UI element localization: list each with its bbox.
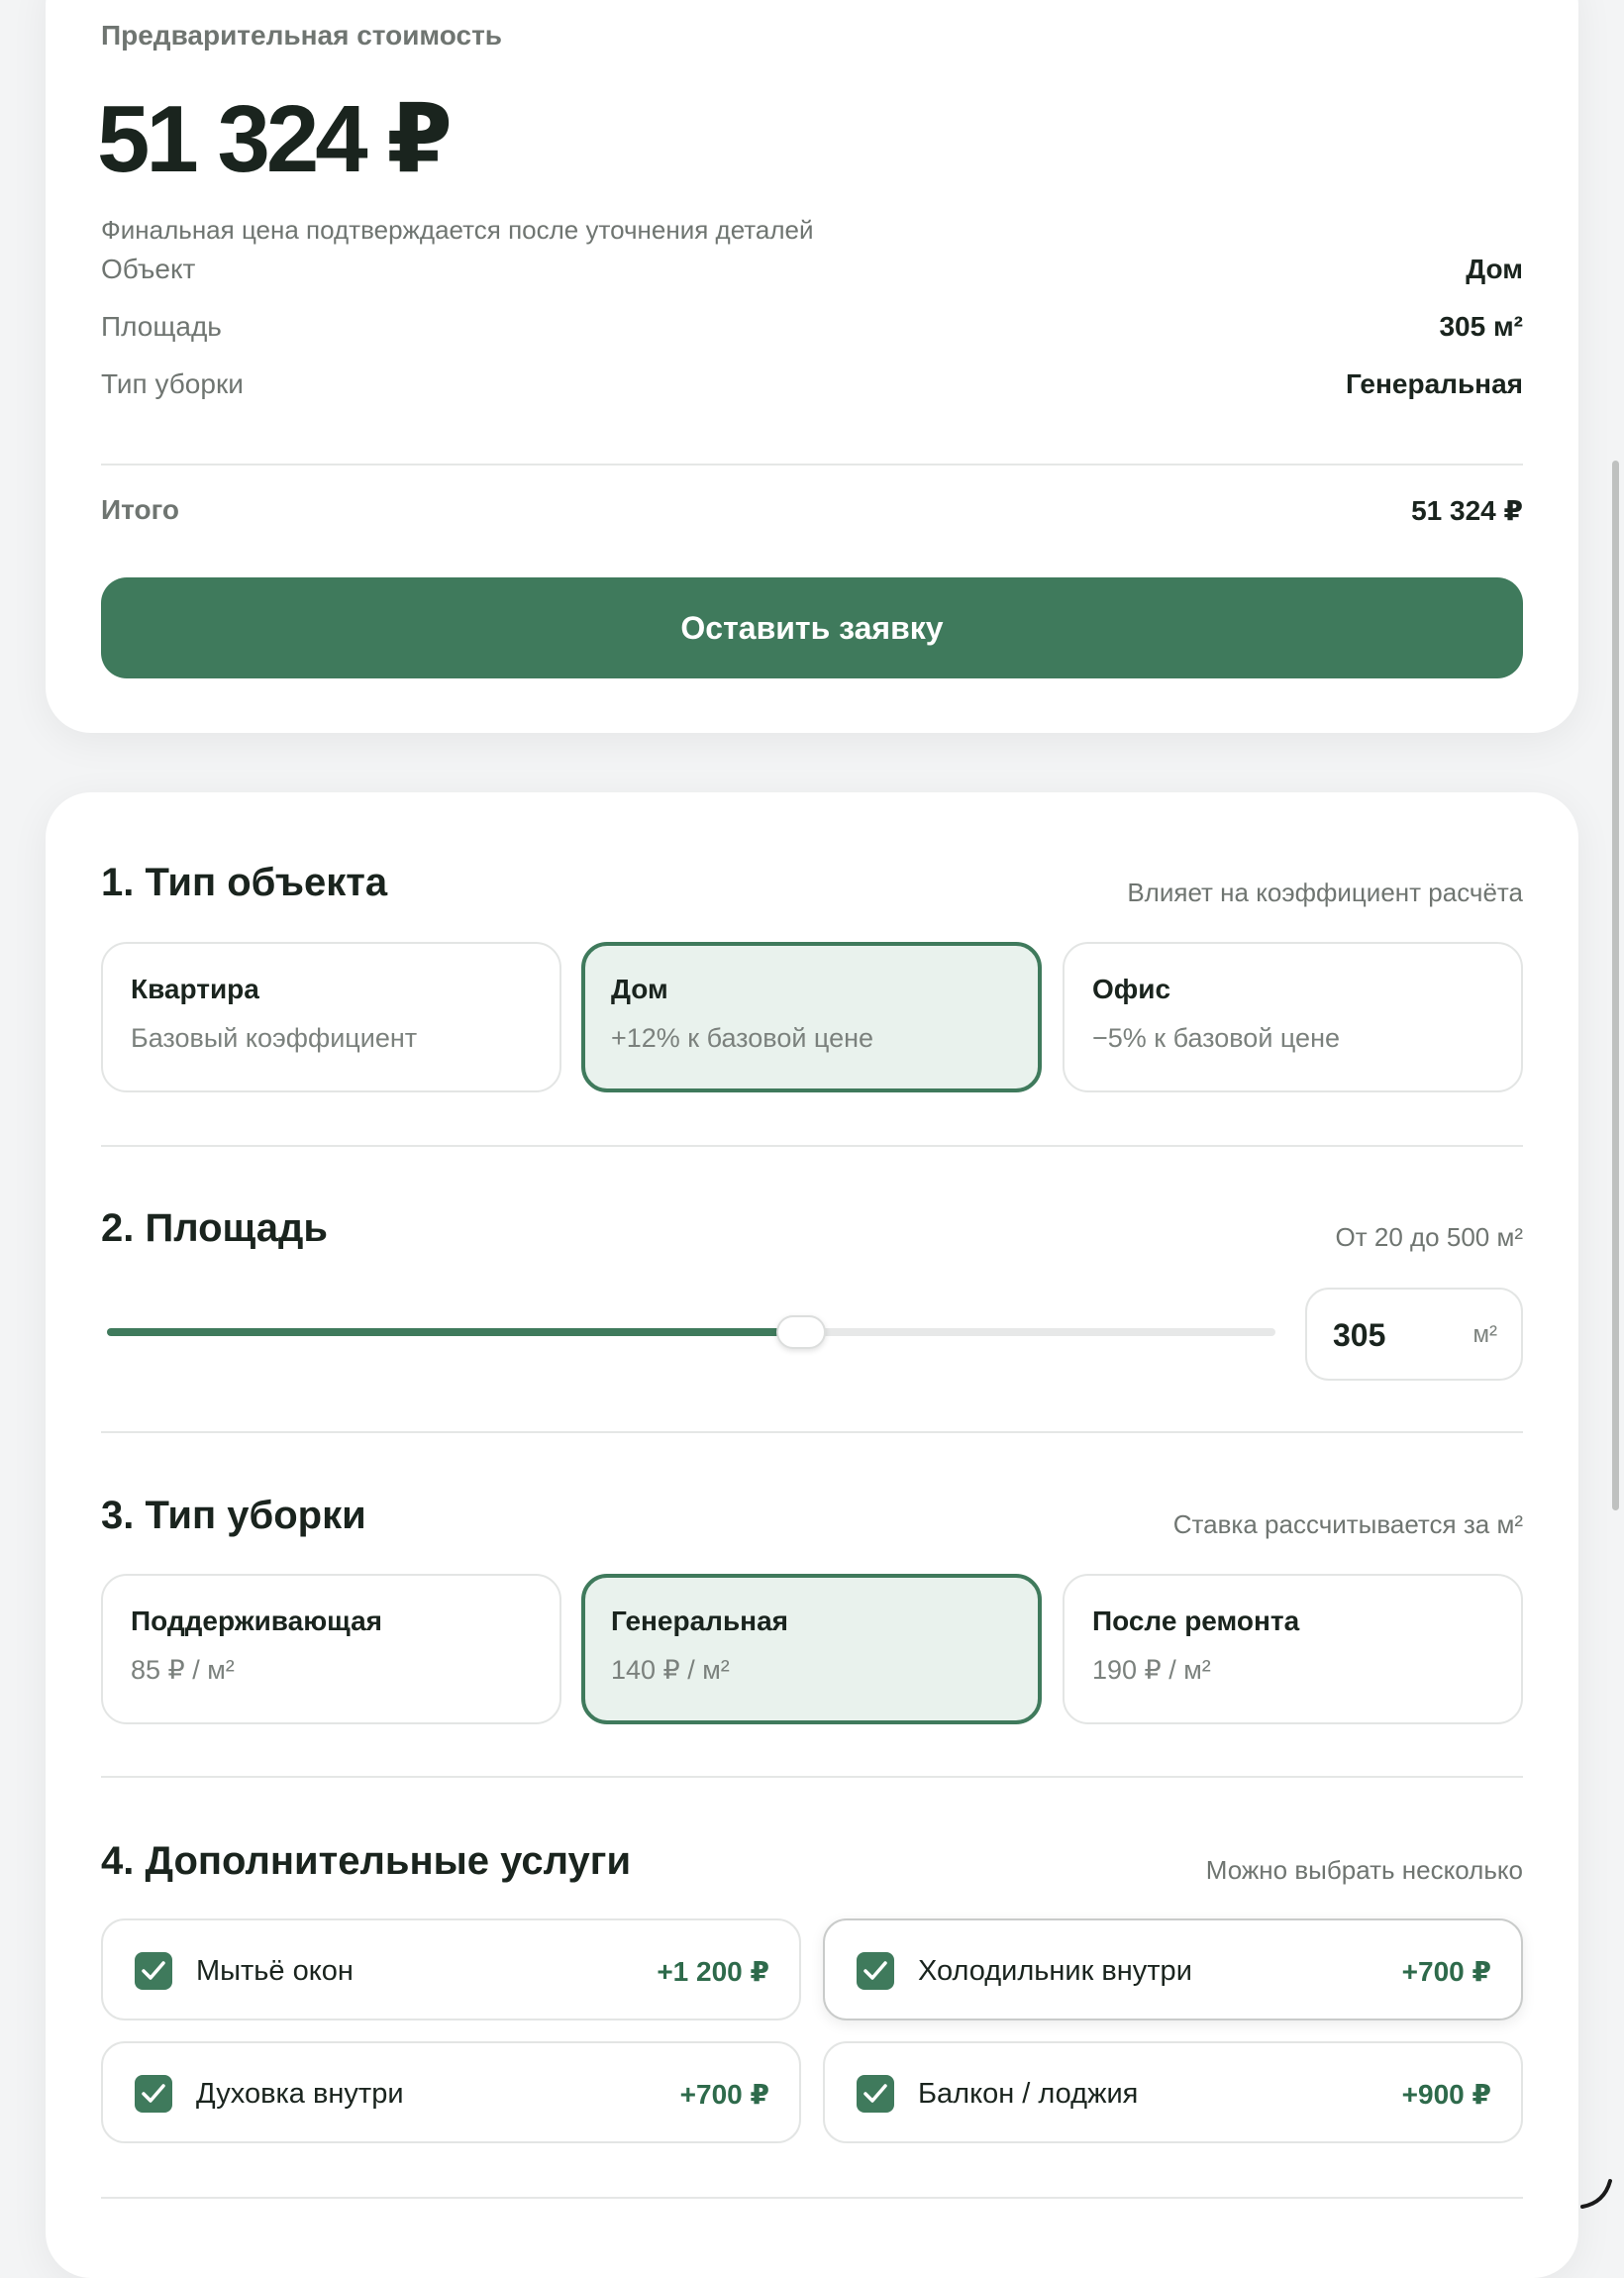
option-title: Генеральная <box>611 1605 789 1636</box>
submit-request-button[interactable]: Оставить заявку <box>101 577 1523 678</box>
option-title: Дом <box>611 974 668 1004</box>
option-title: После ремонта <box>1092 1605 1300 1636</box>
checkbox-checked-icon[interactable] <box>857 2075 894 2113</box>
summary-row-cleaning-value: Генеральная <box>1345 368 1523 399</box>
option-subtitle: Базовый коэффициент <box>131 1023 418 1053</box>
object-option-house[interactable]: Дом +12% к базовой цене <box>581 942 1042 1092</box>
section-extras-hint: Можно выбрать несколько <box>1205 1855 1523 1885</box>
option-subtitle: −5% к базовой цене <box>1092 1023 1341 1053</box>
total-label: Итого <box>101 494 179 525</box>
summary-row-area-value: 305 м² <box>1439 311 1523 342</box>
object-option-office[interactable]: Офис −5% к базовой цене <box>1063 942 1523 1092</box>
summary-row-cleaning-label: Тип уборки <box>101 368 244 399</box>
section-area-hint: От 20 до 500 м² <box>1335 1222 1524 1252</box>
option-subtitle: 140 ₽ / м² <box>611 1655 730 1685</box>
extra-service-label: Духовка внутри <box>196 2078 404 2110</box>
summary-divider <box>101 464 1523 466</box>
extra-service-label: Балкон / лоджия <box>918 2078 1139 2110</box>
section-area-title: 2. Площадь <box>101 1206 329 1250</box>
extra-service-oven[interactable]: Духовка внутри +700 ₽ <box>101 2041 801 2143</box>
extra-service-label: Холодильник внутри <box>918 1955 1192 1987</box>
resize-handle-icon[interactable] <box>1576 2173 1616 2218</box>
area-input[interactable]: 305 м² <box>1305 1288 1523 1381</box>
option-subtitle: +12% к базовой цене <box>611 1023 874 1053</box>
summary-row-object-value: Дом <box>1466 254 1523 284</box>
summary-row-area-label: Площадь <box>101 311 222 342</box>
section-cleaning-type-hint: Ставка рассчитывается за м² <box>1172 1509 1523 1539</box>
page-scrollbar[interactable] <box>1612 461 1619 1510</box>
checkbox-checked-icon[interactable] <box>135 2075 172 2113</box>
option-subtitle: 85 ₽ / м² <box>131 1655 235 1685</box>
object-option-apartment[interactable]: Квартира Базовый коэффициент <box>101 942 561 1092</box>
section-extras-title: 4. Дополнительные услуги <box>101 1839 632 1883</box>
extra-service-fridge[interactable]: Холодильник внутри +700 ₽ <box>823 1918 1523 2020</box>
estimated-price: 51 324 ₽ <box>97 86 453 192</box>
section-divider <box>101 1776 1523 1778</box>
checkbox-checked-icon[interactable] <box>135 1952 172 1990</box>
cleaning-option-general[interactable]: Генеральная 140 ₽ / м² <box>581 1574 1042 1724</box>
total-value: 51 324 ₽ <box>1411 495 1523 526</box>
section-divider <box>101 1145 1523 1147</box>
price-note: Финальная цена подтверждается после уточ… <box>101 215 814 245</box>
calculator-form-card: 1. Тип объекта Влияет на коэффициент рас… <box>46 792 1578 2278</box>
option-title: Квартира <box>131 974 259 1004</box>
extra-service-price: +700 ₽ <box>1401 1956 1491 1987</box>
section-divider <box>101 2197 1523 2199</box>
area-input-unit: м² <box>1472 1321 1498 1348</box>
extra-service-price: +1 200 ₽ <box>657 1956 769 1987</box>
cleaning-option-after-renovation[interactable]: После ремонта 190 ₽ / м² <box>1063 1574 1523 1724</box>
section-cleaning-type-title: 3. Тип уборки <box>101 1494 366 1537</box>
area-slider-track[interactable] <box>107 1328 1275 1336</box>
area-slider-fill <box>107 1328 801 1336</box>
area-input-value[interactable]: 305 <box>1333 1317 1385 1354</box>
section-divider <box>101 1431 1523 1433</box>
summary-row-object-label: Объект <box>101 254 196 284</box>
checkbox-checked-icon[interactable] <box>857 1952 894 1990</box>
area-slider-thumb[interactable] <box>776 1315 826 1349</box>
extra-service-label: Мытьё окон <box>196 1955 354 1987</box>
section-object-type-hint: Влияет на коэффициент расчёта <box>1127 878 1523 907</box>
price-summary-card: Предварительная стоимость 51 324 ₽ Финал… <box>46 0 1578 733</box>
cleaning-option-maintenance[interactable]: Поддерживающая 85 ₽ / м² <box>101 1574 561 1724</box>
option-subtitle: 190 ₽ / м² <box>1092 1655 1211 1685</box>
option-title: Поддерживающая <box>131 1605 382 1636</box>
extra-service-windows[interactable]: Мытьё окон +1 200 ₽ <box>101 1918 801 2020</box>
extra-service-price: +900 ₽ <box>1401 2079 1491 2110</box>
section-object-type-title: 1. Тип объекта <box>101 861 388 904</box>
summary-label: Предварительная стоимость <box>101 20 503 51</box>
option-title: Офис <box>1092 974 1171 1004</box>
extra-service-price: +700 ₽ <box>679 2079 769 2110</box>
extra-service-balcony[interactable]: Балкон / лоджия +900 ₽ <box>823 2041 1523 2143</box>
